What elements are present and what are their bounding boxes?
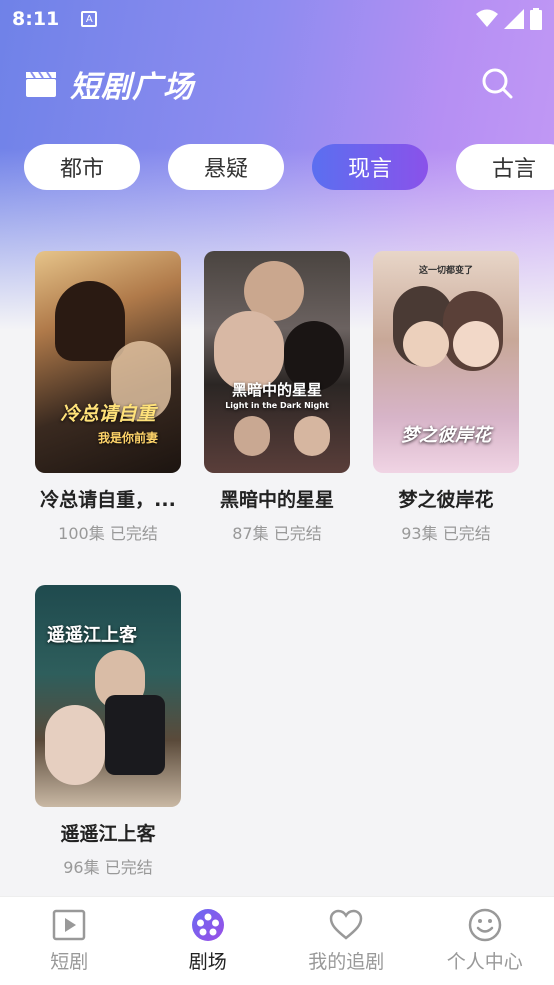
drama-card[interactable]: 这一切都变了 梦之彼岸花 梦之彼岸花 93集 已完结: [373, 251, 519, 544]
app-header: 短剧广场: [0, 56, 554, 112]
nav-label: 个人中心: [446, 951, 523, 973]
status-time: 8:11: [12, 8, 60, 30]
poster-subtitle: Light in the Dark Night: [225, 401, 329, 410]
poster-subtitle: 我是你前妻: [97, 431, 158, 445]
drama-meta: 93集 已完结: [401, 524, 491, 543]
clapperboard-icon: [26, 71, 56, 97]
nav-item-duanju[interactable]: 短剧: [0, 897, 139, 985]
battery-icon: [530, 8, 542, 30]
drama-title: 梦之彼岸花: [398, 489, 494, 511]
nav-label: 我的追剧: [308, 951, 385, 973]
nav-item-my-follow[interactable]: 我的追剧: [277, 897, 416, 985]
film-reel-icon: [191, 909, 224, 941]
play-square-icon: [53, 909, 86, 941]
tab-xianyan[interactable]: 现言: [312, 144, 429, 190]
drama-poster[interactable]: 遥遥江上客: [35, 585, 181, 807]
drama-card[interactable]: 遥遥江上客 遥遥江上客 96集 已完结: [35, 585, 181, 878]
notification-icon: A: [81, 11, 98, 27]
poster-title: 冷总请自重: [60, 403, 156, 425]
category-tabs: 都市 悬疑 现言 古言: [24, 144, 554, 190]
search-icon[interactable]: [480, 66, 514, 100]
tab-dushi[interactable]: 都市: [24, 144, 141, 190]
drama-title: 冷总请自重，...: [40, 489, 176, 511]
drama-meta: 87集 已完结: [232, 524, 322, 543]
nav-item-juchang[interactable]: 剧场: [139, 897, 278, 985]
status-bar: 8:11 A: [0, 0, 554, 38]
bottom-navigation: 短剧 剧场 我的追剧 个人中心: [0, 896, 554, 985]
drama-poster[interactable]: 冷总请自重 我是你前妻: [35, 251, 181, 473]
poster-title: 黑暗中的星星: [231, 381, 322, 399]
drama-poster[interactable]: 黑暗中的星星 Light in the Dark Night: [204, 251, 350, 473]
drama-title: 遥遥江上客: [60, 823, 156, 845]
drama-poster[interactable]: 这一切都变了 梦之彼岸花: [373, 251, 519, 473]
nav-label: 短剧: [50, 951, 89, 973]
signal-icon: [504, 9, 524, 29]
drama-card[interactable]: 黑暗中的星星 Light in the Dark Night 黑暗中的星星 87…: [204, 251, 350, 544]
nav-label: 剧场: [188, 951, 227, 973]
page-title: 短剧广场: [70, 70, 194, 105]
wifi-icon: [476, 9, 498, 27]
heart-icon: [329, 909, 363, 940]
tab-guyan[interactable]: 古言: [456, 144, 554, 190]
poster-title: 遥遥江上客: [47, 625, 137, 646]
drama-meta: 100集 已完结: [58, 524, 158, 543]
tab-xuanyi[interactable]: 悬疑: [168, 144, 285, 190]
drama-meta: 96集 已完结: [63, 858, 153, 877]
drama-title: 黑暗中的星星: [219, 489, 334, 511]
status-icons: [476, 8, 542, 30]
poster-title: 梦之彼岸花: [401, 425, 491, 446]
smiley-icon: [468, 908, 501, 942]
nav-item-profile[interactable]: 个人中心: [416, 897, 554, 985]
drama-card[interactable]: 冷总请自重 我是你前妻 冷总请自重，... 100集 已完结: [35, 251, 181, 544]
poster-subtitle: 这一切都变了: [418, 266, 473, 276]
